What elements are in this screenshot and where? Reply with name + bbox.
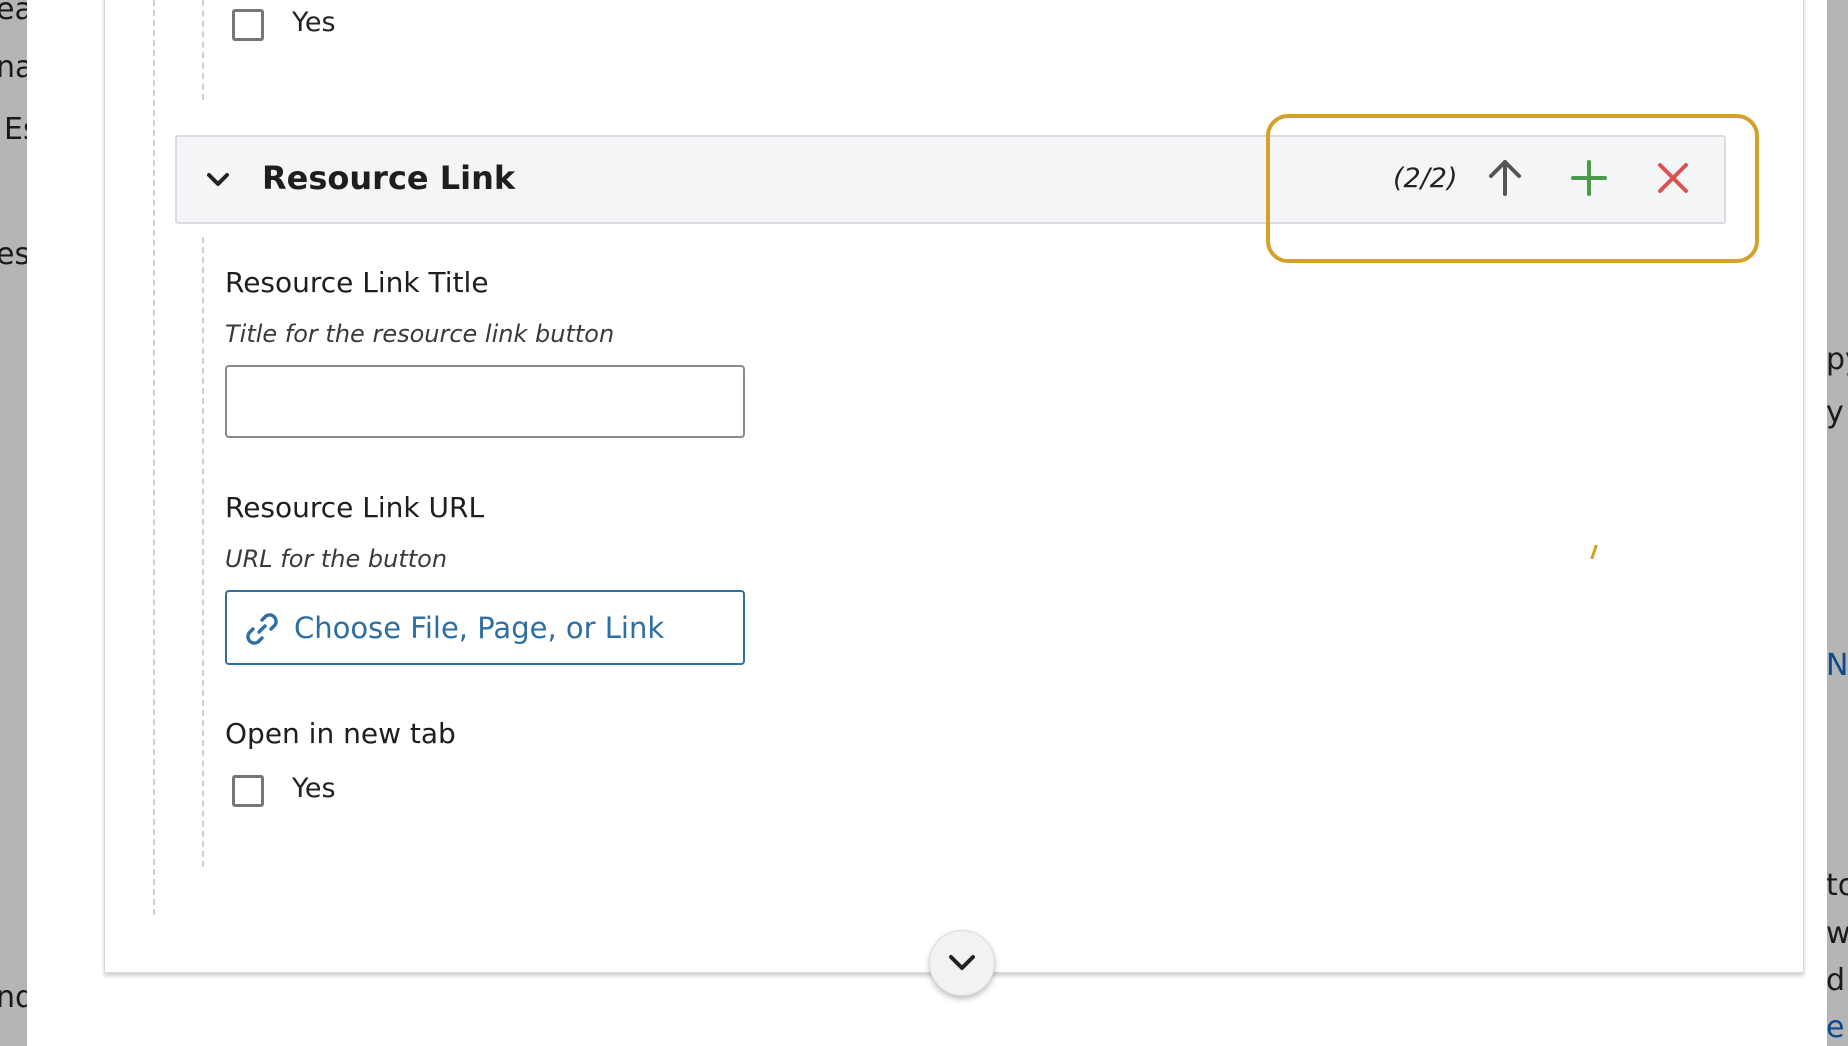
background-text: w <box>1826 916 1848 951</box>
item-title: Resource Link <box>262 159 516 197</box>
nesting-guide-outer <box>153 0 155 915</box>
highlight-annotation <box>1266 114 1759 263</box>
open-new-tab-label: Open in new tab <box>225 717 456 750</box>
background-text: y <box>1826 395 1844 430</box>
background-text: e <box>1826 1010 1845 1045</box>
scroll-down-button[interactable] <box>929 930 995 996</box>
chevron-down-icon[interactable] <box>205 167 231 193</box>
choose-link-button[interactable]: Choose File, Page, or Link <box>225 590 745 665</box>
open-new-tab-checkbox[interactable] <box>232 775 264 807</box>
resource-link-url-label: Resource Link URL <box>225 491 485 524</box>
background-text: py <box>1826 342 1848 377</box>
open-new-tab-checkbox-previous[interactable] <box>232 9 264 41</box>
checkbox-label: Yes <box>292 773 336 804</box>
link-icon <box>246 613 278 645</box>
chevron-down-icon <box>949 955 975 970</box>
background-text: d <box>1826 963 1846 998</box>
resource-link-url-help: URL for the button <box>225 545 448 573</box>
nesting-guide-inner <box>202 237 204 867</box>
background-text: es <box>0 237 31 272</box>
nesting-guide-previous <box>202 0 204 100</box>
background-text: N <box>1826 648 1848 683</box>
resource-link-title-input[interactable] <box>225 365 745 438</box>
annotation-tick-mark <box>1590 545 1598 559</box>
background-text: to <box>1826 868 1848 903</box>
resource-link-title-label: Resource Link Title <box>225 266 489 299</box>
choose-link-label: Choose File, Page, or Link <box>294 611 665 645</box>
checkbox-label: Yes <box>292 7 336 38</box>
resource-link-title-help: Title for the resource link button <box>225 320 615 348</box>
